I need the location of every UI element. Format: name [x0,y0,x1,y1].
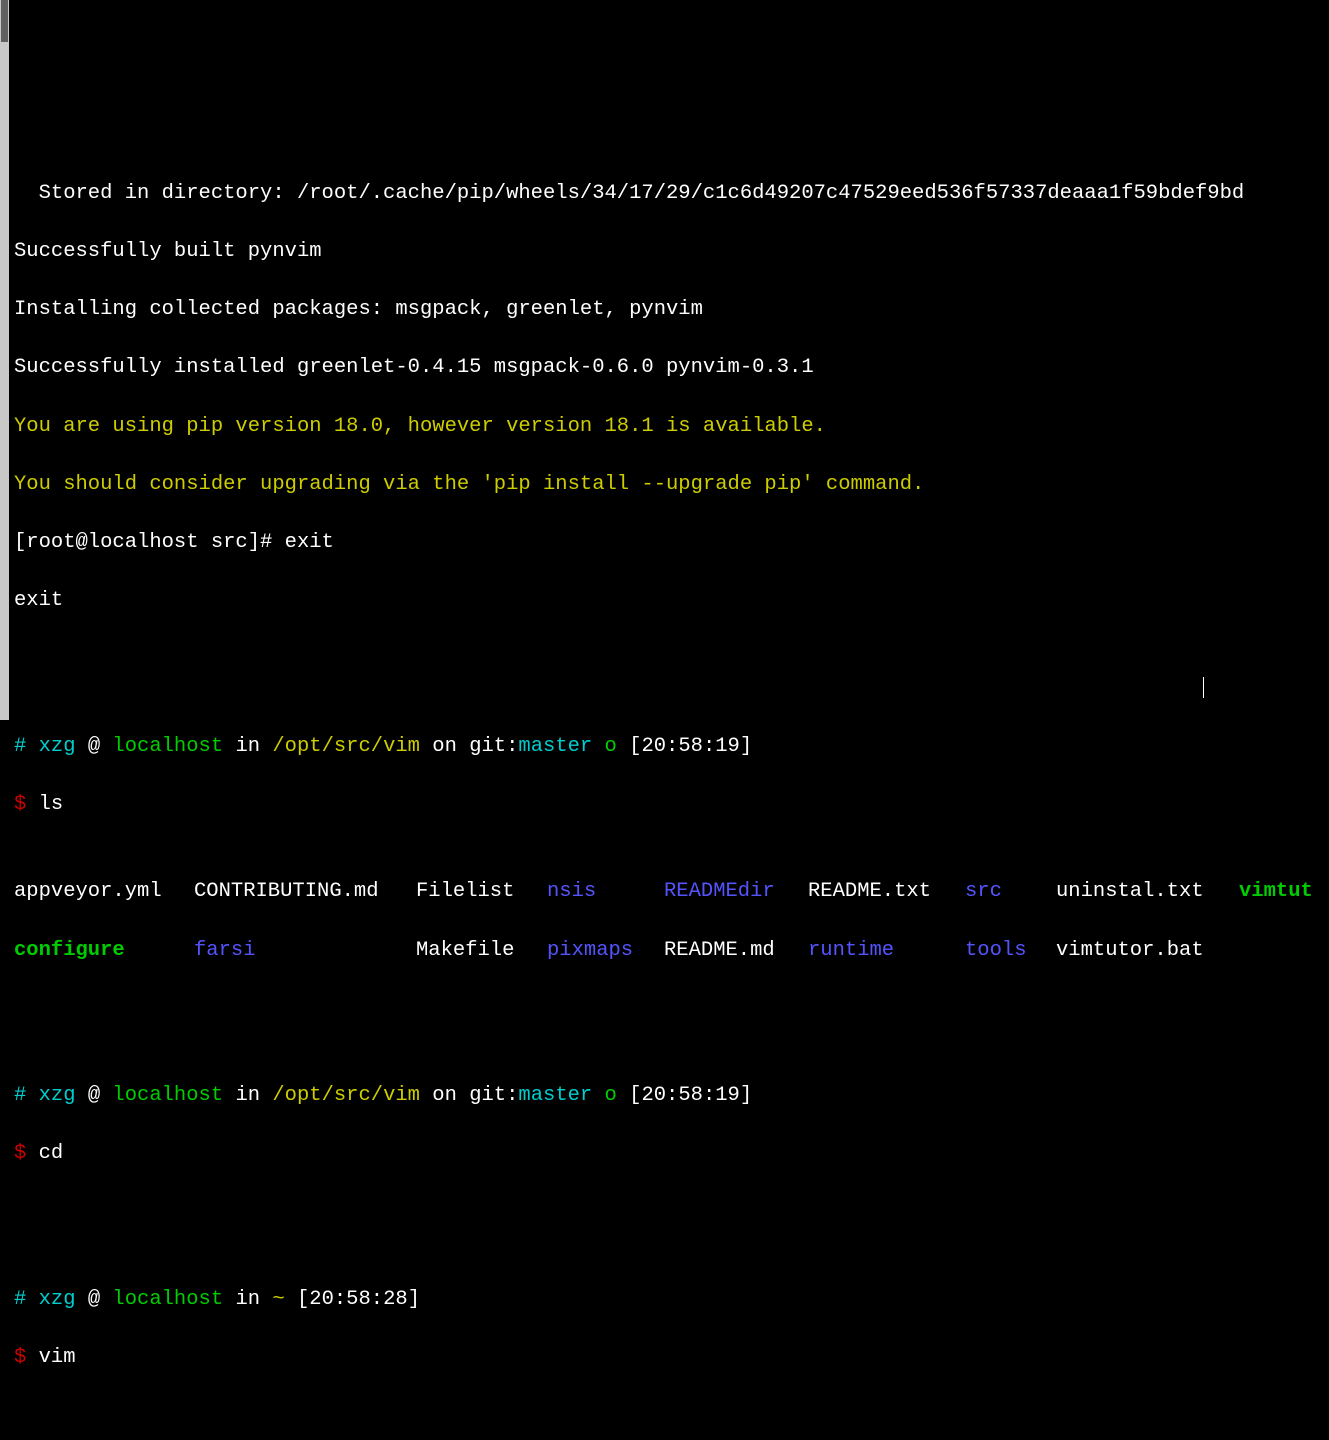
prompt-o: o [592,735,617,758]
file-filelist: Filelist [416,877,547,906]
prompt-on: on [420,1084,469,1107]
prompt-host: localhost [112,1084,223,1107]
prompt-at: @ [76,1084,113,1107]
prompt-in: in [223,1288,272,1311]
file-makefile: Makefile [416,936,547,965]
prompt-git: git: [469,1084,518,1107]
file-vimtut: vimtut [1239,877,1313,906]
prompt-hash: # [14,1084,39,1107]
prompt-user: xzg [39,735,76,758]
prompt-at: @ [76,1288,113,1311]
prompt-branch: master [518,1084,592,1107]
file-readme-txt: README.txt [808,877,965,906]
pip-warn2-line: You should consider upgrading via the 'p… [14,470,1315,499]
file-contributing: CONTRIBUTING.md [194,877,416,906]
prompt-on: on [420,735,469,758]
blank-line [14,644,1315,673]
file-appveyor: appveyor.yml [14,877,194,906]
pip-installed-line: Successfully installed greenlet-0.4.15 m… [14,353,1315,382]
dir-nsis: nsis [547,877,664,906]
dir-runtime: runtime [808,936,965,965]
blank-line [14,1401,1315,1430]
prompt-block-2: # xzg @ localhost in /opt/src/vim on git… [14,1081,1315,1110]
file-configure: configure [14,936,194,965]
prompt-in: in [223,1084,272,1107]
ls-row-1: appveyor.ymlCONTRIBUTING.mdFilelistnsisR… [14,877,1315,906]
prompt-path: ~ [272,1288,284,1311]
root-prompt-line: [root@localhost src]# exit [14,528,1315,557]
dir-src: src [965,877,1056,906]
prompt-hash: # [14,1288,39,1311]
blank-line [14,994,1315,1023]
exit-output: exit [14,586,1315,615]
file-vimtutor-bat: vimtutor.bat [1056,936,1204,965]
prompt-path: /opt/src/vim [272,735,420,758]
file-readme-md: README.md [664,936,808,965]
scrollbar[interactable] [0,0,9,720]
pip-warn1-line: You are using pip version 18.0, however … [14,412,1315,441]
cmd-vim: vim [39,1346,76,1369]
prompt-at: @ [76,735,113,758]
prompt-git: git: [469,735,518,758]
prompt-path: /opt/src/vim [272,1084,420,1107]
pip-stored-line: Stored in directory: /root/.cache/pip/wh… [14,179,1315,208]
prompt-branch: master [518,735,592,758]
dir-tools: tools [965,936,1056,965]
ls-row-2: configurefarsiMakefilepixmapsREADME.mdru… [14,936,1315,965]
prompt-dollar: $ [14,1142,39,1165]
prompt-hash: # [14,735,39,758]
dir-readmedir: READMEdir [664,877,808,906]
pip-built-line: Successfully built pynvim [14,237,1315,266]
prompt-host: localhost [112,735,223,758]
prompt-block-1: # xzg @ localhost in /opt/src/vim on git… [14,732,1315,761]
prompt-block-3: # xzg @ localhost in ~ [20:58:28] [14,1285,1315,1314]
text-cursor-icon [1203,677,1204,698]
prompt-dollar: $ [14,1346,39,1369]
scrollbar-thumb[interactable] [1,0,8,42]
prompt-time: [20:58:19] [617,1084,752,1107]
prompt-command-3: $ vim [14,1343,1315,1372]
prompt-user: xzg [39,1288,76,1311]
cmd-ls: ls [39,793,64,816]
prompt-command-2: $ cd [14,1139,1315,1168]
prompt-user: xzg [39,1084,76,1107]
dir-pixmaps: pixmaps [547,936,664,965]
prompt-dollar: $ [14,793,39,816]
prompt-host: localhost [112,1288,223,1311]
file-uninstal: uninstal.txt [1056,877,1239,906]
blank-line [14,1197,1315,1226]
prompt-time: [20:58:28] [285,1288,420,1311]
prompt-command-1: $ ls [14,790,1315,819]
prompt-o: o [592,1084,617,1107]
cmd-cd: cd [39,1142,64,1165]
prompt-in: in [223,735,272,758]
prompt-time: [20:58:19] [617,735,752,758]
dir-farsi: farsi [194,936,416,965]
pip-installing-line: Installing collected packages: msgpack, … [14,295,1315,324]
